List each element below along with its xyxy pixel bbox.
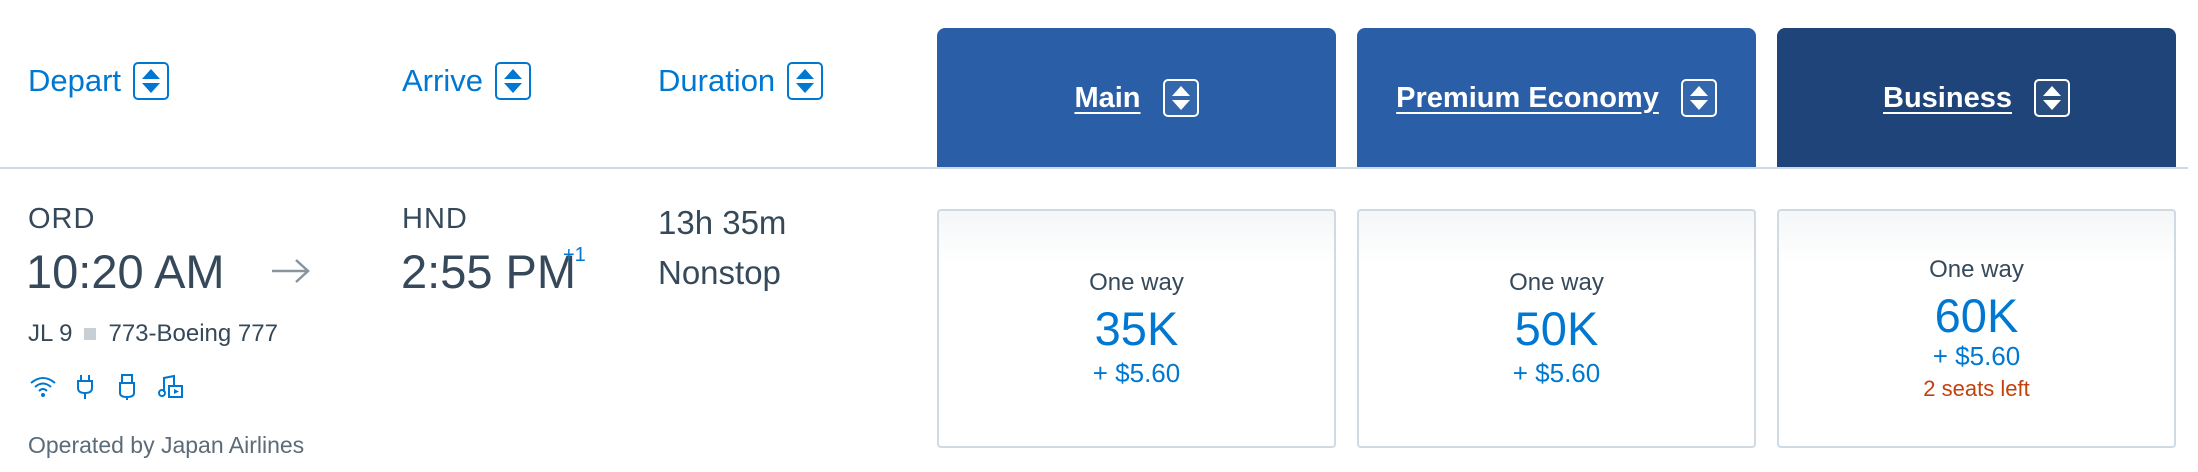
sort-depart[interactable]: Depart [28, 62, 170, 100]
fare-type-label: One way [1509, 268, 1604, 296]
header-divider [0, 167, 2188, 169]
arrive-time: 2:55 PM [401, 245, 577, 298]
depart-header-label: Depart [28, 63, 122, 98]
separator-square [84, 328, 97, 340]
operated-by: Operated by Japan Airlines [28, 432, 305, 458]
flight-info: JL 9 773-Boeing 777 [28, 320, 278, 348]
cabin-label: Main [1074, 81, 1141, 114]
fare-taxes: + $5.60 [1512, 357, 1601, 388]
power-outlet-icon[interactable] [70, 372, 100, 402]
sort-arrive[interactable]: Arrive [402, 62, 531, 100]
cabin-label: Premium Economy [1396, 81, 1659, 114]
cabin-header-business[interactable]: Business [1777, 28, 2176, 168]
day-offset: +1 [563, 244, 586, 266]
sort-toggle-icon[interactable] [1162, 79, 1199, 117]
cabin-label: Business [1883, 81, 2012, 114]
sort-toggle-icon[interactable] [133, 62, 170, 100]
amenities [28, 372, 184, 402]
fare-miles: 50K [1514, 301, 1599, 355]
fare-type-label: One way [1089, 268, 1184, 296]
fare-miles: 35K [1094, 301, 1179, 355]
cabin-header-premium-economy[interactable]: Premium Economy [1357, 28, 1756, 168]
wifi-icon[interactable] [28, 372, 58, 402]
flight-duration: 13h 35m [658, 204, 787, 241]
flight-number[interactable]: JL 9 [28, 320, 72, 348]
sort-duration[interactable]: Duration [658, 62, 824, 100]
arrow-right-icon [270, 256, 312, 291]
fare-cell-business[interactable]: One way 60K + $5.60 2 seats left [1777, 209, 2176, 448]
sort-toggle-icon[interactable] [2033, 79, 2070, 117]
origin-airport-code: ORD [28, 203, 96, 235]
destination-airport-code: HND [402, 203, 468, 235]
seats-left-warning: 2 seats left [1923, 375, 2030, 401]
duration-header-label: Duration [658, 63, 776, 98]
entertainment-icon[interactable] [154, 372, 184, 402]
fare-cell-premium-economy[interactable]: One way 50K + $5.60 [1357, 209, 1756, 448]
fare-cell-main[interactable]: One way 35K + $5.60 [937, 209, 1336, 448]
sort-toggle-icon[interactable] [494, 62, 531, 100]
stops-label: Nonstop [658, 254, 781, 291]
cabin-header-main[interactable]: Main [937, 28, 1336, 168]
fare-taxes: + $5.60 [1092, 357, 1181, 388]
sort-toggle-icon[interactable] [787, 62, 824, 100]
fare-miles: 60K [1934, 288, 2019, 342]
fare-taxes: + $5.60 [1932, 340, 2021, 371]
fare-type-label: One way [1929, 255, 2024, 283]
usb-icon[interactable] [112, 372, 142, 402]
arrive-header-label: Arrive [402, 63, 483, 98]
depart-time: 10:20 AM [26, 245, 225, 298]
sort-toggle-icon[interactable] [1680, 79, 1717, 117]
aircraft-type[interactable]: 773-Boeing 777 [108, 320, 277, 348]
